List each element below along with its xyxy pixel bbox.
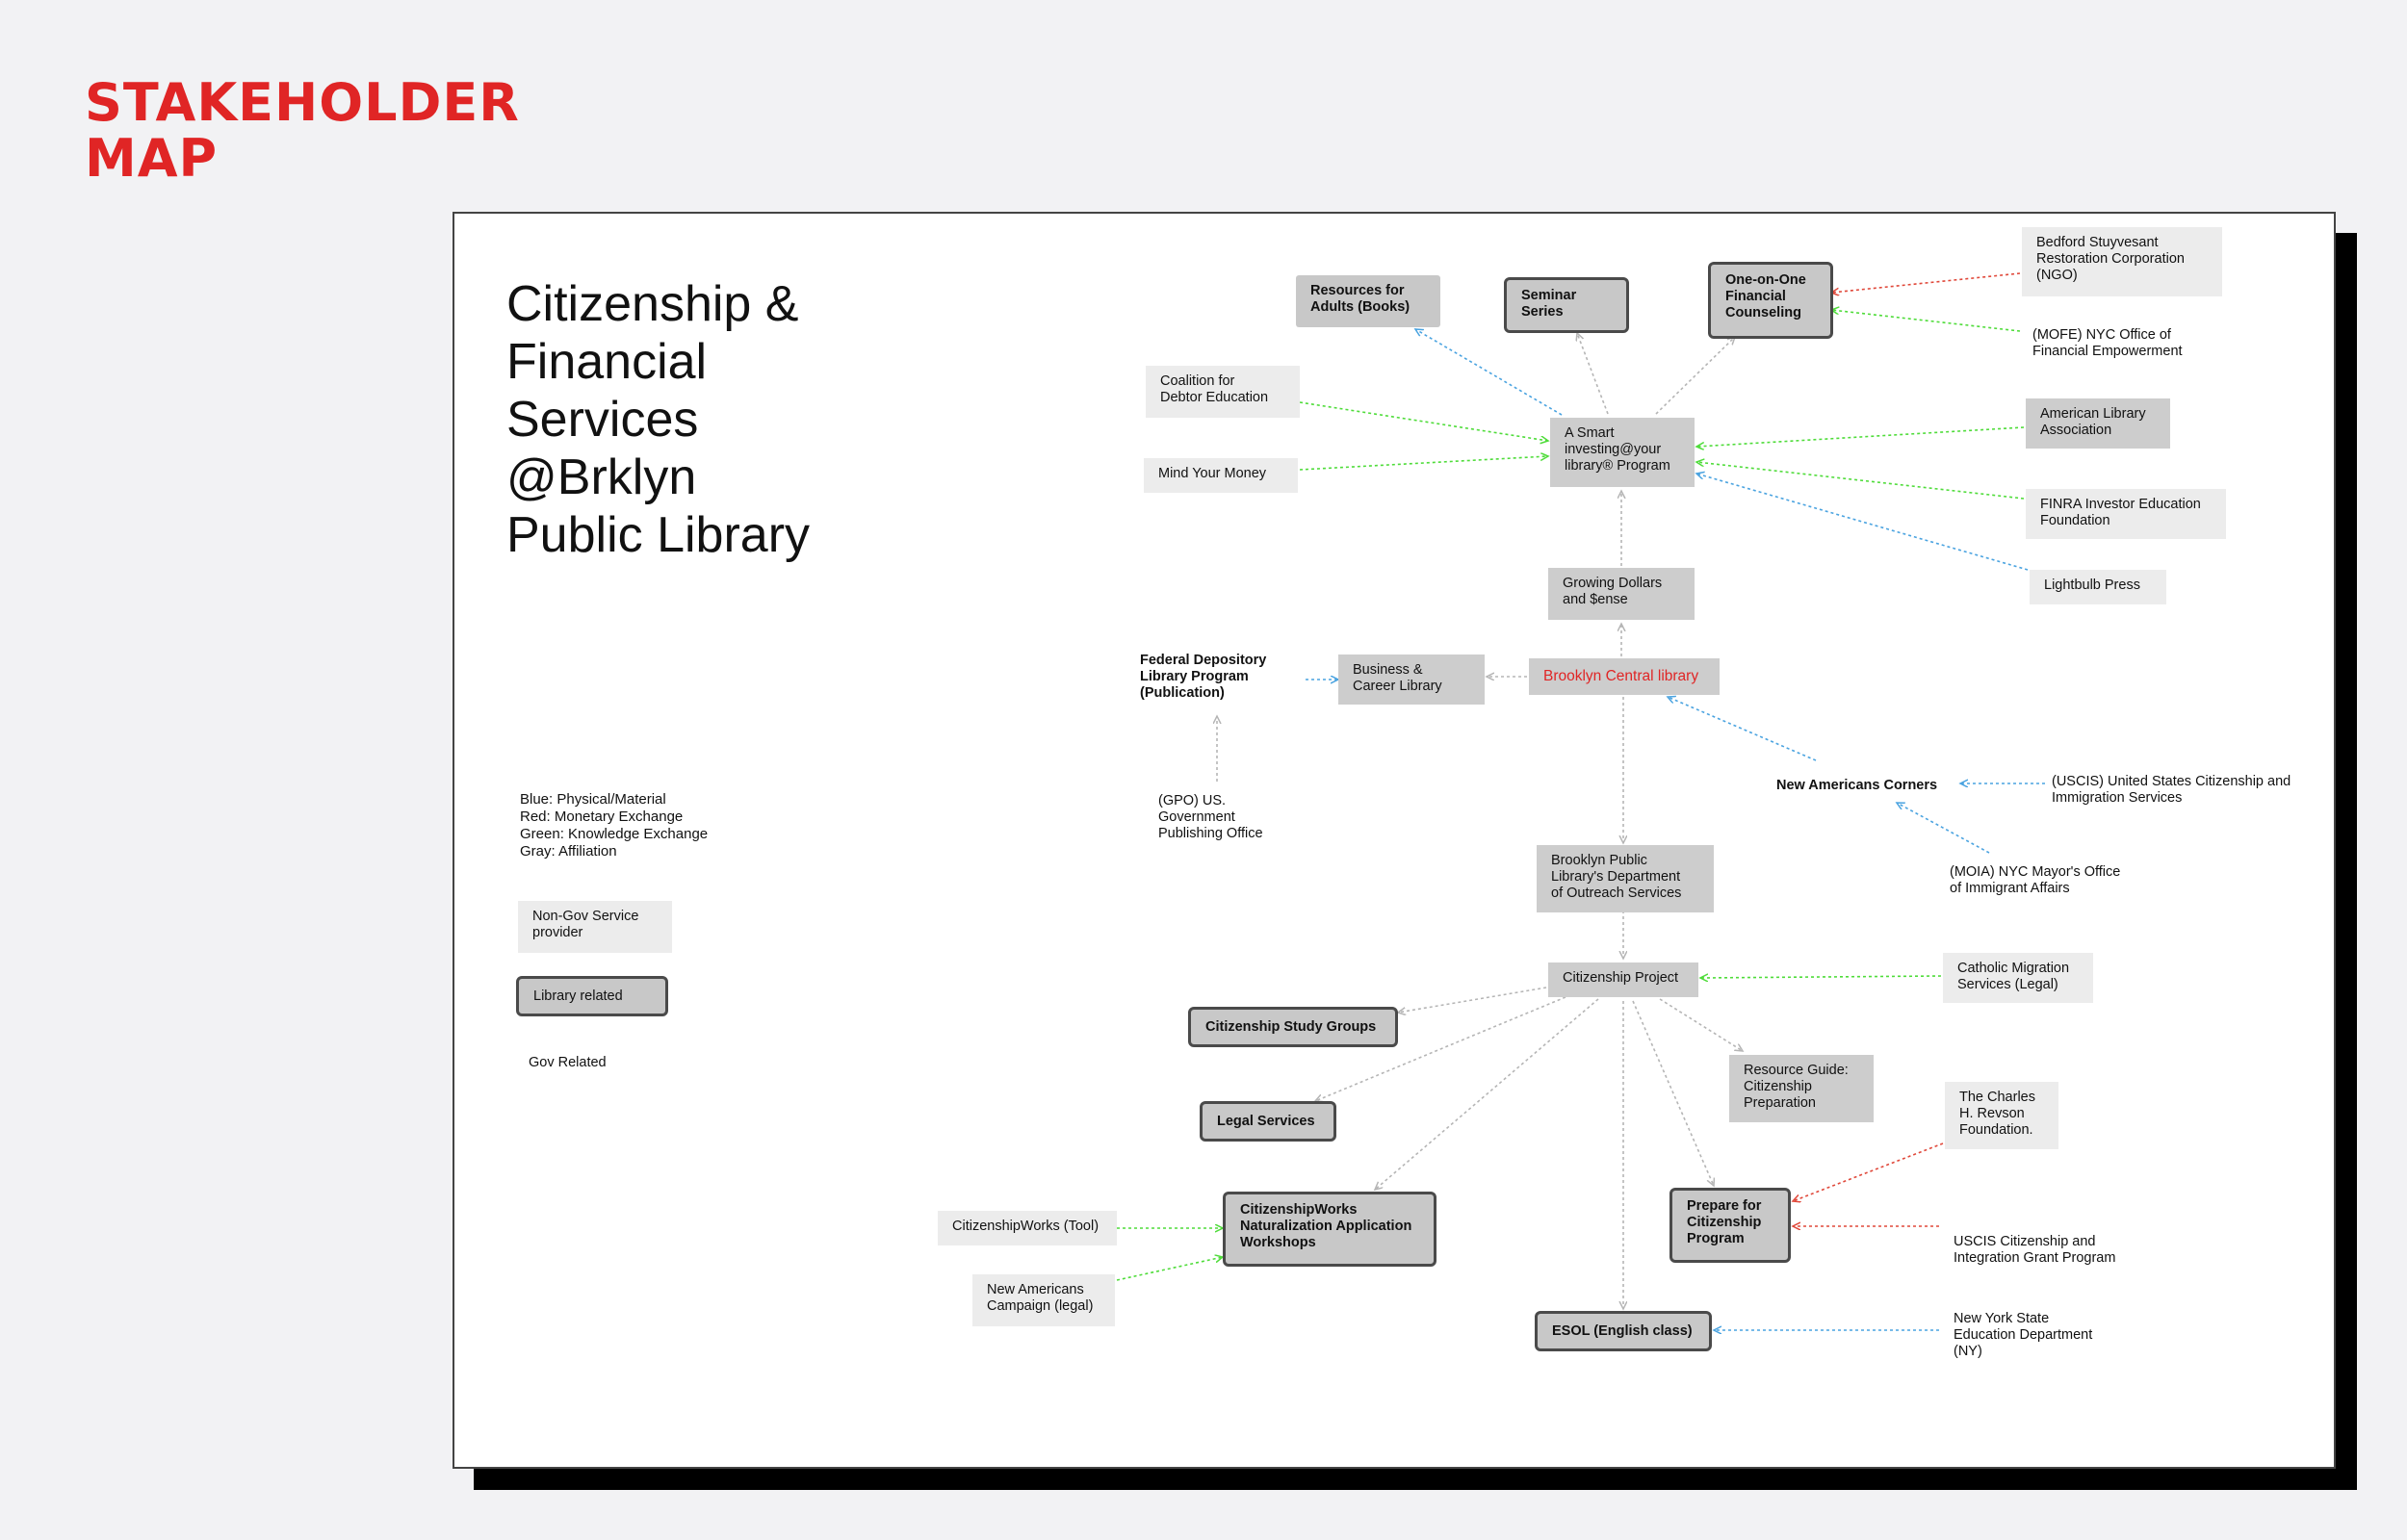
node-resources-books: Resources for Adults (Books) (1296, 275, 1440, 327)
node-prepare-citizenship: Prepare for Citizenship Program (1669, 1188, 1791, 1263)
node-uscis: (USCIS) United States Citizenship and Im… (2052, 774, 2291, 806)
legend-gray: Gray: Affiliation (520, 843, 617, 860)
edge-lightbulb-smart (1696, 474, 2029, 571)
legend-gov-label: Gov Related (529, 1055, 607, 1070)
node-smart-investing: A Smart investing@your library® Program (1550, 418, 1695, 487)
node-study-groups: Citizenship Study Groups (1188, 1007, 1398, 1047)
edge-nac-central (1668, 697, 1817, 761)
node-mind-your-money: Mind Your Money (1144, 458, 1298, 493)
edge-bedford-oneonone (1831, 272, 2021, 293)
legend-library-swatch: Library related (516, 976, 668, 1016)
node-esol: ESOL (English class) (1535, 1311, 1712, 1351)
node-legal-services: Legal Services (1200, 1101, 1336, 1142)
edge-project-workshops (1375, 998, 1599, 1190)
node-one-on-one: One-on-One Financial Counseling (1708, 262, 1833, 339)
node-seminar-series: Seminar Series (1504, 277, 1629, 333)
legend-green: Green: Knowledge Exchange (520, 826, 709, 842)
edge-nac-legal-workshops (1116, 1257, 1223, 1281)
edge-mofe-oneonone (1831, 310, 2021, 332)
edge-ala-smart (1696, 426, 2025, 447)
node-cw-tool: CitizenshipWorks (Tool) (938, 1211, 1117, 1245)
node-nac-legal: New Americans Campaign (legal) (972, 1274, 1115, 1326)
edge-project-guide (1659, 998, 1743, 1051)
legend-nongov-swatch: Non-Gov Service provider (518, 901, 672, 953)
node-bedford: Bedford Stuyvesant Restoration Corporati… (2022, 227, 2222, 296)
edge-finra-smart (1696, 462, 2025, 500)
node-nysed: New York State Education Department (NY) (1954, 1311, 2093, 1359)
node-mofe: (MOFE) NYC Office of Financial Empowerme… (2032, 327, 2183, 359)
node-lightbulb: Lightbulb Press (2030, 570, 2166, 604)
node-catholic: Catholic Migration Services (Legal) (1943, 953, 2093, 1003)
edge-mind-smart (1299, 456, 1548, 471)
node-ala: American Library Association (2026, 398, 2170, 449)
edge-smart-seminar (1577, 333, 1609, 415)
node-citizenship-project: Citizenship Project (1548, 962, 1698, 997)
edge-coalition-smart (1299, 401, 1548, 441)
node-outreach: Brooklyn Public Library's Department of … (1537, 845, 1714, 912)
node-new-americans-corners: New Americans Corners (1776, 778, 1938, 793)
node-federal-depository: Federal Depository Library Program (Publ… (1140, 653, 1267, 701)
node-moia: (MOIA) NYC Mayor's Office of Immigrant A… (1950, 864, 2121, 896)
node-revson: The Charles H. Revson Foundation. (1945, 1082, 2058, 1149)
node-uscis-grant: USCIS Citizenship and Integration Grant … (1954, 1234, 2116, 1266)
legend-red: Red: Monetary Exchange (520, 808, 684, 825)
edge-revson-prepare (1793, 1142, 1944, 1201)
legend-blue: Blue: Physical/Material (520, 791, 666, 808)
edge-smart-resources (1415, 329, 1563, 416)
node-gpo: (GPO) US. Government Publishing Office (1158, 793, 1263, 841)
node-brooklyn-central: Brooklyn Central library (1529, 658, 1720, 695)
node-growing-dollars: Growing Dollars and $ense (1548, 568, 1695, 620)
node-coalition: Coalition for Debtor Education (1146, 366, 1300, 418)
node-business-career: Business & Career Library (1338, 654, 1485, 705)
edge-smart-oneonone (1655, 337, 1735, 415)
edge-project-study (1398, 987, 1547, 1013)
node-resource-guide: Resource Guide: Citizenship Preparation (1729, 1055, 1874, 1122)
node-finra: FINRA Investor Education Foundation (2026, 489, 2226, 539)
edge-catholic-project (1700, 976, 1942, 978)
node-cw-workshops: CitizenshipWorks Naturalization Applicat… (1223, 1192, 1436, 1267)
edge-moia-nac (1897, 803, 1990, 854)
edge-project-prepare (1632, 1000, 1714, 1186)
